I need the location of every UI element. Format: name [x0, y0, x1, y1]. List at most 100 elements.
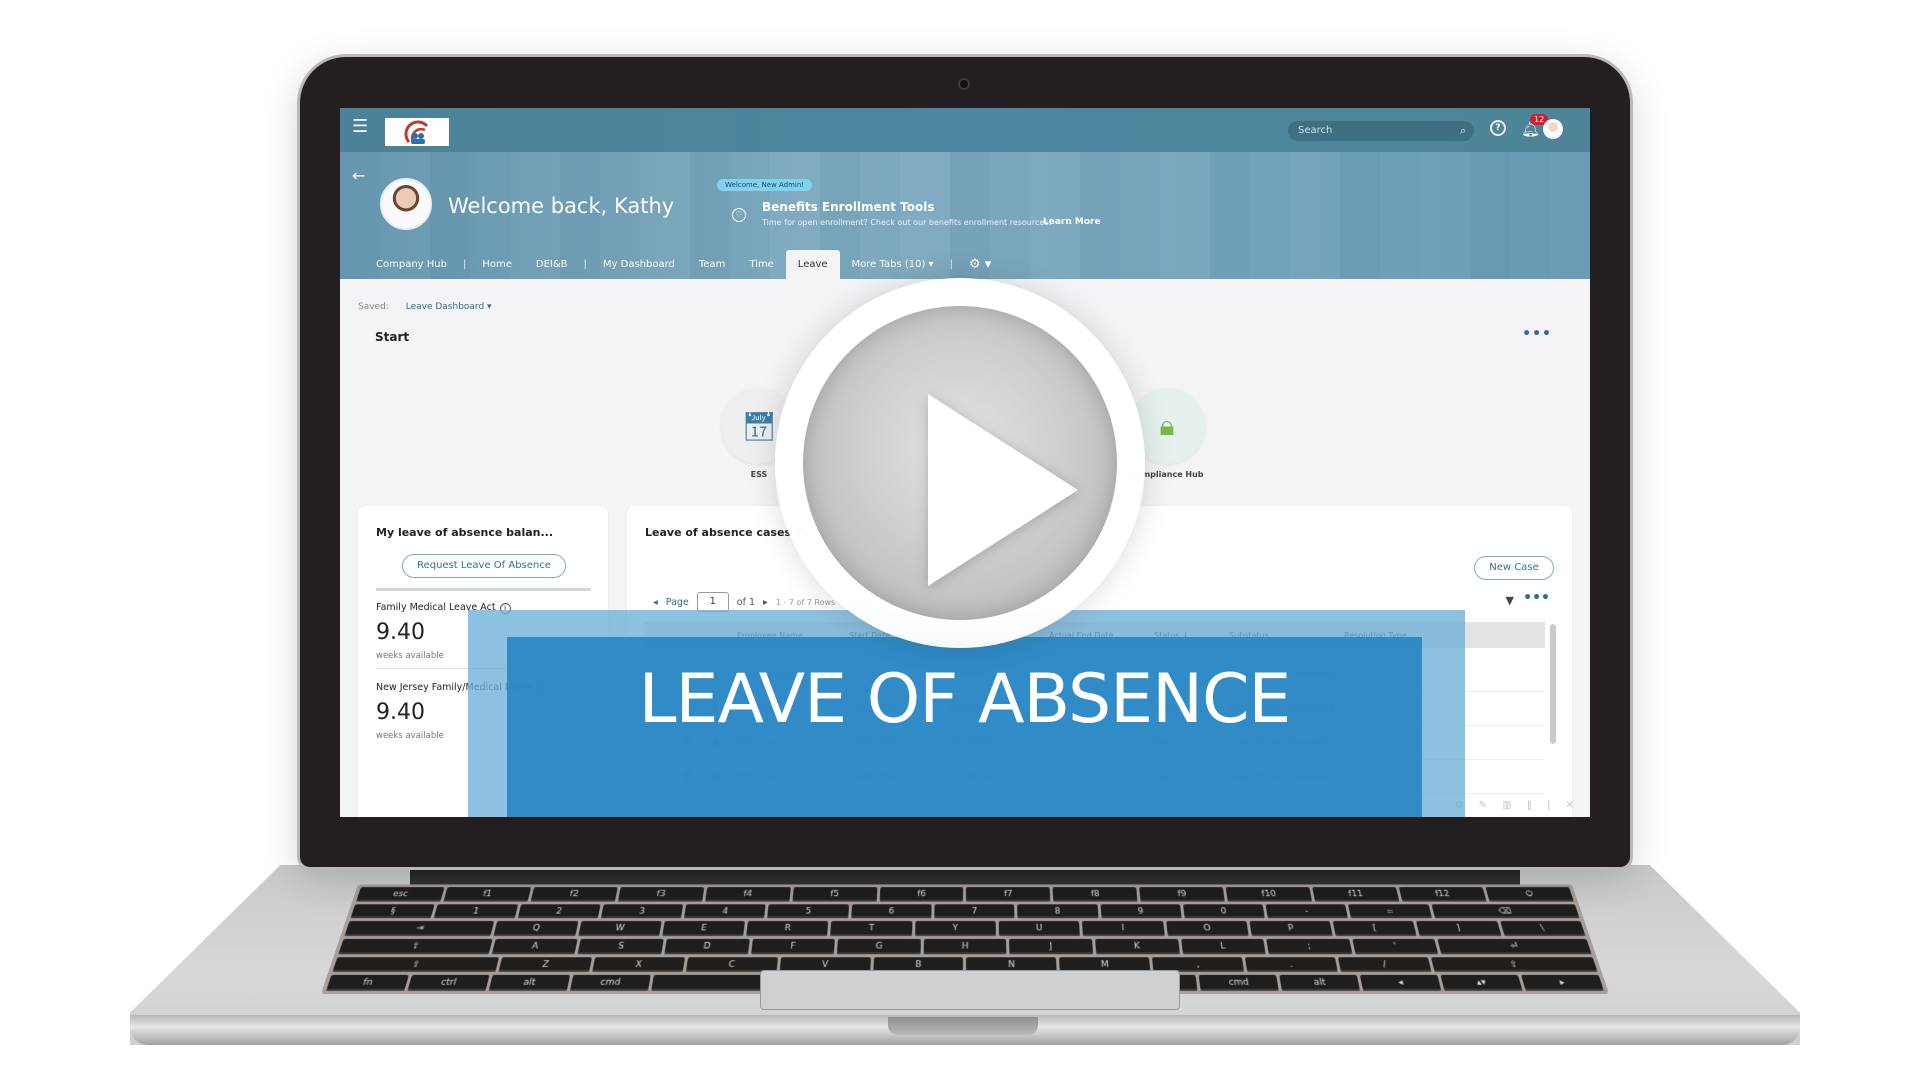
page-number-input[interactable]: 1	[696, 592, 729, 612]
keyboard-key: f3	[617, 887, 705, 902]
keyboard-row: ⇥ Q W E R T Y U I O P[] \	[344, 921, 1586, 937]
keyboard-key: T	[830, 921, 913, 937]
more-options-icon[interactable]: •••	[1522, 326, 1552, 342]
keyboard-key: 1	[433, 904, 518, 919]
more-options-icon[interactable]: •••	[1523, 590, 1550, 606]
play-button[interactable]	[775, 278, 1145, 648]
tab-my-dashboard[interactable]: My Dashboard	[591, 250, 687, 279]
keyboard-key: H	[923, 938, 1007, 954]
keyboard-key: Q	[493, 921, 579, 937]
saved-label: Saved:	[358, 302, 389, 312]
balance-unit: weeks available	[376, 731, 444, 741]
tab-separator: |	[949, 259, 953, 270]
keyboard-key: f6	[879, 887, 964, 902]
tab-company-hub[interactable]: Company Hub	[364, 250, 459, 279]
keyboard-key: .	[1245, 956, 1338, 973]
search-input[interactable]: Search ⌕	[1288, 121, 1474, 141]
row-count: 1 - 7 of 7 Rows	[775, 597, 836, 607]
keyboard-key: R	[746, 921, 829, 937]
calendar-person-icon: 📅︎	[741, 409, 777, 443]
prev-page-icon[interactable]: ◂	[653, 597, 658, 608]
learn-more-link[interactable]: Learn More	[1043, 217, 1101, 227]
tab-team[interactable]: Team	[687, 250, 737, 279]
top-navigation-bar: ☰ Search ⌕ ? 🔔︎ 12	[340, 108, 1590, 152]
keyboard-key: f10	[1225, 887, 1313, 902]
table-scrollbar[interactable]	[1550, 624, 1556, 744]
user-avatar[interactable]	[1543, 119, 1563, 139]
keyboard-key: f4	[704, 887, 791, 902]
new-case-button[interactable]: New Case	[1474, 556, 1554, 580]
help-icon[interactable]: ?	[1490, 120, 1506, 136]
keyboard-key: L	[1180, 938, 1266, 954]
keyboard-key: \	[1499, 921, 1586, 937]
keyboard-key: /	[1337, 956, 1432, 973]
keyboard-key: I	[1082, 921, 1165, 937]
balance-unit: weeks available	[376, 651, 444, 661]
keyboard-key: O	[1165, 921, 1249, 937]
tab-separator: |	[462, 259, 467, 270]
keyboard-key: Y	[914, 921, 996, 937]
search-placeholder: Search	[1298, 125, 1333, 136]
keyboard-key: 0	[1182, 904, 1265, 919]
keyboard-key: ▸	[1521, 975, 1604, 991]
keyboard-key: ⏻	[1485, 887, 1574, 902]
request-leave-button[interactable]: Request Leave Of Absence	[402, 554, 566, 578]
keyboard-key: ;	[1266, 938, 1353, 954]
heart-pulse-icon: ♡	[732, 208, 746, 222]
keyboard-key: 2	[517, 904, 601, 919]
keyboard-key: f9	[1139, 887, 1226, 902]
promo-title: Benefits Enrollment Tools	[762, 200, 935, 214]
keyboard-key: alt	[1279, 975, 1361, 991]
next-page-icon[interactable]: ▸	[763, 597, 768, 608]
keyboard-row: esc f1 f2 f3 f4 f5 f6 f7 f8 f9 f10 f11 f12 ⏻	[356, 887, 1574, 902]
card-title[interactable]: Leave of absence cases ↗	[645, 526, 804, 539]
gear-icon: ⚙ ▾	[968, 257, 992, 272]
keyboard-key: 4	[684, 904, 767, 919]
tab-settings[interactable]: ⚙ ▾	[957, 250, 1003, 279]
tab-deib[interactable]: DEI&B	[524, 250, 580, 279]
main-tabs: Company Hub | Home DEI&B | My Dashboard …	[340, 250, 1003, 279]
keyboard-key: 5	[767, 904, 849, 919]
hamburger-icon[interactable]: ☰	[352, 118, 368, 136]
company-logo[interactable]	[385, 118, 449, 146]
keyboard-key: ⇧	[1430, 956, 1598, 973]
keyboard-key: f1	[443, 887, 532, 902]
keyboard-key: 6	[850, 904, 932, 919]
tab-home[interactable]: Home	[470, 250, 524, 279]
lid-notch	[888, 1017, 1038, 1035]
logo-mark-icon	[404, 120, 429, 144]
filter-icon[interactable]: ▼	[1506, 594, 1514, 607]
tab-more-tabs[interactable]: More Tabs (10) ▾	[840, 250, 946, 279]
keyboard-key: D	[664, 938, 750, 954]
saved-view-select[interactable]: Leave Dashboard ▾	[406, 302, 492, 312]
keyboard-key: ctrl	[407, 975, 490, 991]
tab-time[interactable]: Time	[737, 250, 785, 279]
profile-photo	[380, 178, 432, 230]
keyboard-key: U	[998, 921, 1081, 937]
keyboard-key: fn	[326, 975, 409, 991]
tab-leave[interactable]: Leave	[785, 250, 840, 279]
welcome-heading: Welcome back, Kathy	[448, 194, 675, 218]
promo-text: Time for open enrollment? Check out our …	[762, 218, 1052, 227]
keyboard-key: f12	[1398, 887, 1487, 902]
lock-icon: 🔒︎	[1159, 409, 1175, 442]
keyboard-key: -	[1265, 904, 1349, 919]
keyboard-key: 8	[1017, 904, 1099, 919]
keyboard-row: § 1 2 3 4 5 6 7 8 9 0- = ⌫	[350, 904, 1580, 919]
table-toolbar-icons[interactable]: ⚙ ✎ ▥ ‖ | ✕	[1455, 800, 1580, 811]
keyboard-row: ⇪ A S D F G H J K L; ' ⏎	[338, 938, 1592, 954]
keyboard-key: K	[1095, 938, 1180, 954]
keyboard-key: '	[1352, 938, 1439, 954]
keyboard-key: P	[1249, 921, 1333, 937]
card-title: My leave of absence balan...	[376, 526, 554, 539]
keyboard-key: W	[577, 921, 662, 937]
keyboard-key: ⇥	[344, 921, 495, 937]
search-icon[interactable]: ⌕	[1460, 121, 1466, 141]
divider	[376, 588, 591, 591]
keyboard-key: ▴▾	[1440, 975, 1523, 991]
back-arrow-icon[interactable]: ←	[352, 166, 365, 185]
keyboard-key: ◂	[1360, 975, 1442, 991]
keyboard-key: ⇧	[332, 956, 500, 973]
page-count: of 1	[736, 596, 756, 608]
keyboard-key: F	[750, 938, 836, 954]
